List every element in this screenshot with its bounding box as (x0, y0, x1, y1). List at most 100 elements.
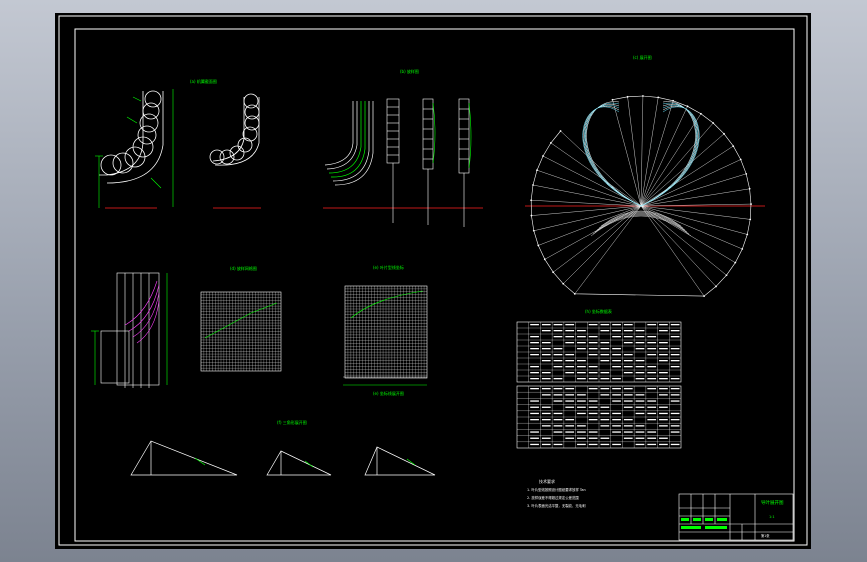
table-cell-text (530, 372, 539, 374)
table-cell-text (659, 330, 668, 332)
fig-fan-diagram (525, 95, 765, 298)
table-cell-text (553, 400, 563, 402)
table-cell-text (577, 372, 586, 374)
table-cell-text (623, 366, 633, 368)
notes-line-3: 3. 叶片表面光洁平整，无裂纹、无毛刺 (527, 503, 586, 508)
cad-drawing-canvas[interactable]: (a) 机翼截面图 (b) 放样图 (c) 展开图 (d) 放样网格图 (e) … (55, 13, 811, 549)
fan-ray (640, 173, 747, 207)
table-cell-text (600, 419, 610, 421)
title-block-name: 导叶展开图 (761, 499, 784, 506)
grid-caption: (e) 坐标线展开图 (373, 390, 404, 396)
table-cell-text (623, 324, 633, 326)
table-cell-text (659, 425, 668, 427)
table-cell-text (553, 443, 563, 446)
fig-grid-left (200, 291, 282, 372)
table-cell-text (635, 330, 645, 332)
fan-inner-arc (596, 212, 686, 231)
fan-ray (532, 184, 642, 207)
table-cell-text (565, 336, 575, 338)
table-cell-text (600, 354, 610, 356)
table-cell-text (565, 419, 575, 421)
table-cell-text (600, 348, 610, 350)
fig-stack-1 (386, 98, 400, 223)
table-cell-text (647, 366, 657, 368)
table-cell-text (565, 437, 575, 439)
table-cell-text (659, 394, 668, 396)
table-cell-text (541, 342, 551, 344)
fan-ray (531, 200, 642, 207)
table-cell-text (588, 406, 598, 408)
table-cell-text (670, 431, 680, 433)
fan-inner-arc (598, 211, 684, 229)
table-cell-text (647, 336, 657, 338)
table-cell-text (612, 412, 621, 415)
table-cell-text (577, 342, 586, 344)
table-cell-text (612, 443, 621, 446)
table-cell-text (577, 431, 586, 433)
table-cell-text (623, 425, 633, 427)
table-cell-text (553, 336, 563, 338)
cad-viewport[interactable]: (a) 机翼截面图 (b) 放样图 (c) 展开图 (d) 放样网格图 (e) … (55, 13, 811, 549)
table-cell-text (600, 330, 610, 332)
table-cell-text (659, 419, 668, 421)
table-cell-text (612, 431, 621, 433)
table-cell-text (647, 437, 657, 439)
table-cell-text (647, 388, 657, 390)
table-cell-text (670, 360, 680, 362)
table-cell-text (600, 394, 610, 396)
table-cell-text (623, 400, 633, 402)
table-cell-text (600, 360, 610, 362)
table-cell-text (647, 412, 657, 415)
table-cell-text (530, 348, 539, 350)
notes-line-1: 1. 叶片型线按照设计图纸要求放样 Tan (527, 487, 586, 492)
table-cell-text (600, 425, 610, 427)
table-cell-text (565, 330, 575, 332)
table-cell-text (635, 348, 645, 350)
fan-lobe (584, 104, 698, 207)
table-cell-text (588, 443, 598, 446)
table-cell-text (612, 330, 621, 332)
fan-ray (553, 205, 642, 273)
table-cell-text (541, 348, 551, 350)
table-cell-text (647, 419, 657, 421)
table-cell-text (565, 425, 575, 427)
table-cell-text (670, 366, 680, 368)
table-cell-text (647, 372, 657, 374)
table-cell-text (647, 324, 657, 326)
table-cell-text (577, 443, 586, 446)
table-cell-text (659, 354, 668, 356)
fan-ray (640, 133, 725, 207)
table-cell-text (565, 354, 575, 356)
table-cell-text (577, 425, 586, 427)
table-cell-text (670, 336, 680, 338)
table-cell-text (577, 406, 586, 408)
table-cell-text (588, 354, 598, 356)
table-cell-text (553, 348, 563, 350)
notes-heading: 技术要求 (539, 478, 555, 484)
table-cell-text (541, 406, 551, 408)
table-cell-text (541, 324, 551, 326)
table-cell-text (623, 437, 633, 439)
table-cell-text (670, 394, 680, 396)
fig-tube-curved-1 (99, 90, 164, 184)
table-cell-text (530, 419, 539, 421)
table-cell-text (541, 360, 551, 362)
table-cell-text (600, 372, 610, 374)
table-cell-text (635, 437, 645, 439)
table-cell-text (635, 336, 645, 338)
table-cell-text (588, 388, 598, 390)
fan-ray (640, 205, 748, 235)
table-cell-text (659, 443, 668, 446)
fig-b-label: (b) 放样图 (400, 68, 419, 74)
fan-inner-arc (600, 210, 682, 227)
fan-lobe (582, 106, 700, 207)
table-cell-text (577, 360, 586, 362)
fig-f-label: (f) 三角形展开图 (277, 419, 307, 425)
fig-grid-right (343, 285, 428, 386)
fan-inner-arc (590, 215, 692, 237)
title-block-fill (681, 518, 727, 529)
fan-ray (563, 205, 642, 284)
table-cell-text (647, 400, 657, 402)
table-cell-text (541, 372, 551, 374)
table-cell-text (623, 388, 633, 390)
